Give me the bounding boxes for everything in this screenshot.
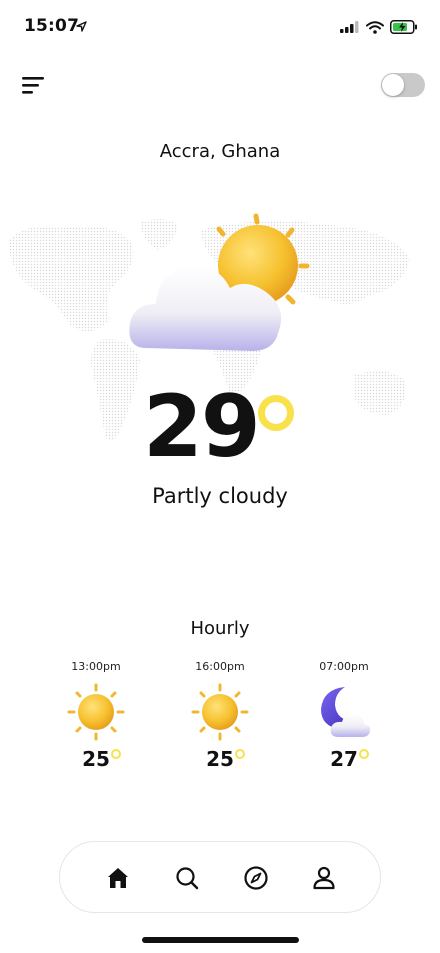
search-icon bbox=[176, 867, 199, 890]
hour-time: 13:00pm bbox=[71, 660, 121, 673]
degree-symbol bbox=[358, 749, 369, 759]
compass-icon bbox=[244, 866, 268, 890]
sun-icon bbox=[191, 683, 249, 741]
hour-temperature: 25 bbox=[206, 747, 245, 771]
location-arrow-icon bbox=[76, 21, 87, 32]
current-temperature: 29 bbox=[143, 377, 261, 477]
menu-button[interactable] bbox=[22, 74, 46, 96]
nav-home[interactable] bbox=[105, 865, 131, 891]
city-name: Accra, Ghana bbox=[159, 141, 281, 162]
partly-cloudy-icon bbox=[129, 213, 310, 351]
bottom-nav bbox=[59, 841, 381, 913]
hour-temp-value: 25 bbox=[82, 747, 110, 771]
sun-icon bbox=[67, 683, 125, 741]
hour-time: 16:00pm bbox=[195, 660, 245, 673]
hour-temperature: 27 bbox=[330, 747, 369, 771]
hourly-item: 13:00pm 25 bbox=[46, 660, 146, 771]
hourly-item: 07:00pm 27 bbox=[294, 660, 394, 771]
signal-icon bbox=[340, 21, 359, 33]
nav-profile[interactable] bbox=[311, 865, 337, 891]
hourly-title: Hourly bbox=[190, 618, 250, 639]
hour-temperature: 25 bbox=[82, 747, 121, 771]
moon-cloud-icon bbox=[321, 687, 371, 737]
hour-temp-value: 25 bbox=[206, 747, 234, 771]
status-indicators bbox=[340, 20, 418, 34]
user-icon bbox=[313, 866, 335, 890]
degree-symbol bbox=[258, 395, 294, 431]
battery-charging-icon bbox=[390, 20, 417, 34]
status-time: 15:07 bbox=[24, 16, 80, 36]
hour-temp-value: 27 bbox=[330, 747, 358, 771]
status-bar: 15:07 bbox=[0, 14, 440, 42]
weather-condition: Partly cloudy bbox=[152, 484, 288, 508]
toggle-knob bbox=[382, 74, 404, 96]
hour-time: 07:00pm bbox=[319, 660, 369, 673]
hourly-item: 16:00pm 25 bbox=[170, 660, 270, 771]
degree-symbol bbox=[110, 749, 121, 759]
theme-toggle[interactable] bbox=[381, 73, 425, 97]
nav-explore[interactable] bbox=[243, 865, 269, 891]
wifi-icon bbox=[366, 20, 384, 34]
menu-icon bbox=[22, 77, 44, 94]
home-indicator bbox=[142, 937, 299, 943]
degree-symbol bbox=[234, 749, 245, 759]
nav-search[interactable] bbox=[174, 865, 200, 891]
home-icon bbox=[108, 868, 128, 888]
